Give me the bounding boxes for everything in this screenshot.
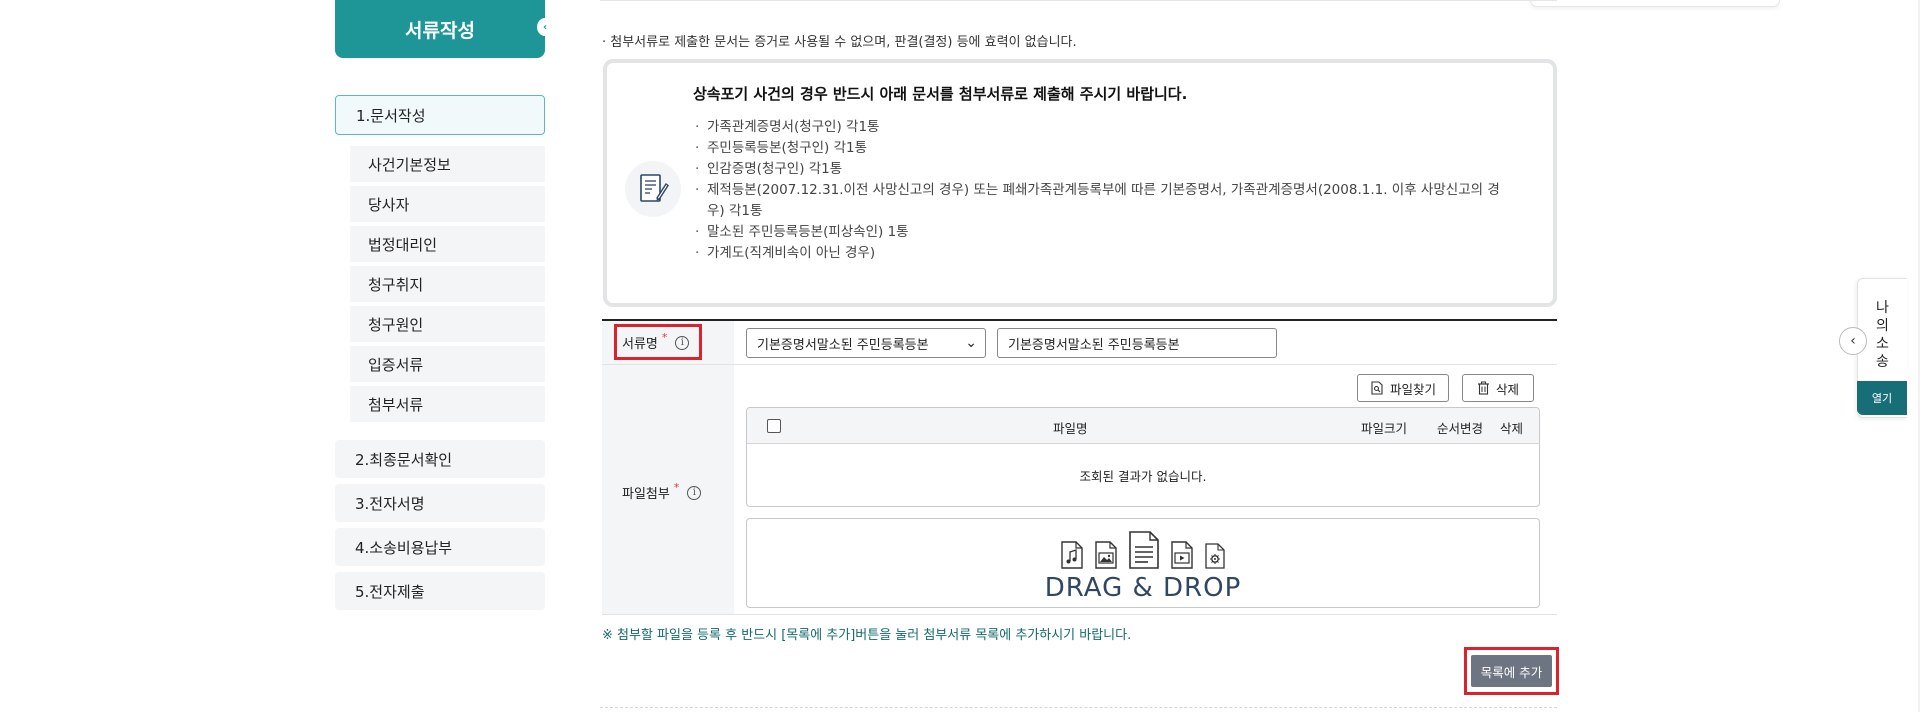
- doc-name-select[interactable]: 기본증명서말소된 주민등록등본 ⌄: [746, 328, 986, 358]
- list-item: 말소된 주민등록등본(피상속인) 1통: [693, 222, 1513, 243]
- select-all-checkbox[interactable]: [767, 419, 781, 433]
- step-3-e-signature[interactable]: 3.전자서명: [335, 484, 545, 522]
- empty-message: 조회된 결과가 없습니다.: [1079, 469, 1207, 484]
- file-table-header: 파일명 파일크기 순서변경 삭제: [747, 408, 1539, 444]
- delete-button[interactable]: 삭제: [1462, 374, 1534, 402]
- step-1-document-writing[interactable]: 1.문서작성: [335, 95, 545, 135]
- chevron-left-icon[interactable]: ‹: [1839, 327, 1867, 355]
- audio-file-icon: [1061, 541, 1083, 569]
- list-item: 가족관계증명서(청구인) 각1통: [693, 117, 1513, 138]
- required-documents-list: 가족관계증명서(청구인) 각1통 주민등록등본(청구인) 각1통 인감증명(청구…: [693, 117, 1513, 264]
- document-pen-icon: [625, 161, 681, 217]
- list-item: 가계도(직계비속이 아닌 경우): [693, 243, 1513, 264]
- settings-file-icon: [1205, 543, 1225, 569]
- list-item: 제적등본(2007.12.31.이전 사망신고의 경우) 또는 폐쇄가족관계등록…: [693, 180, 1513, 222]
- sidebar-item-claim-cause[interactable]: 청구원인: [350, 306, 545, 342]
- sidebar-item-legal-representative[interactable]: 법정대리인: [350, 226, 545, 262]
- form-bottom-border: [602, 614, 1557, 615]
- info-icon[interactable]: i: [687, 485, 702, 500]
- bottom-dashed-divider: [600, 707, 1557, 708]
- trash-icon: [1477, 381, 1489, 395]
- doc-name-input[interactable]: 기본증명서말소된 주민등록등본: [997, 328, 1277, 358]
- step-5-e-submission[interactable]: 5.전자제출: [335, 572, 545, 610]
- info-title: 상속포기 사건의 경우 반드시 아래 문서를 첨부서류로 제출해 주시기 바랍니…: [693, 85, 1188, 103]
- sidebar-item-evidence-documents[interactable]: 입증서류: [350, 346, 545, 382]
- list-item: 인감증명(청구인) 각1통: [693, 159, 1513, 180]
- file-type-icons: [747, 531, 1539, 569]
- header-file-size: 파일크기: [1361, 421, 1408, 436]
- chevron-down-icon: ⌄: [965, 335, 977, 351]
- my-lawsuit-title: 나의소송: [1876, 300, 1889, 370]
- notice-text: · 첨부서류로 제출한 문서는 증거로 사용될 수 없으며, 판결(결정) 등에…: [602, 35, 1077, 50]
- video-file-icon: [1171, 541, 1193, 569]
- main-content: · 첨부서류로 제출한 문서는 증거로 사용될 수 없으며, 판결(결정) 등에…: [600, 0, 1559, 712]
- header-order-change: 순서변경: [1437, 421, 1484, 436]
- sidebar-item-parties[interactable]: 당사자: [350, 186, 545, 222]
- file-search-icon: [1371, 381, 1383, 395]
- sidebar-item-attached-documents[interactable]: 첨부서류: [350, 386, 545, 422]
- image-file-icon: [1095, 541, 1117, 569]
- drag-drop-text: DRAG & DROP: [1044, 573, 1242, 603]
- step-2-final-document-check[interactable]: 2.최종문서확인: [335, 440, 545, 478]
- info-icon[interactable]: i: [675, 335, 690, 350]
- find-file-button[interactable]: 파일찾기: [1357, 374, 1449, 402]
- header-delete: 삭제: [1500, 421, 1524, 436]
- doc-name-label: 서류명 * i: [622, 331, 690, 352]
- add-to-list-button[interactable]: 목록에 추가: [1471, 655, 1552, 687]
- required-star: *: [661, 331, 668, 344]
- sidebar-item-case-basic-info[interactable]: 사건기본정보: [350, 146, 545, 182]
- drag-drop-zone[interactable]: DRAG & DROP: [746, 518, 1540, 608]
- document-file-icon: [1129, 531, 1159, 569]
- sidebar-header-title: 서류작성: [405, 19, 475, 42]
- info-box: 상속포기 사건의 경우 반드시 아래 문서를 첨부서류로 제출해 주시기 바랍니…: [603, 59, 1557, 307]
- file-attach-label: 파일첨부 * i: [622, 481, 702, 502]
- header-file-name: 파일명: [1053, 421, 1088, 436]
- floating-card: [1530, 0, 1780, 7]
- top-divider: [600, 0, 1557, 1]
- dock-open-button[interactable]: 열기: [1857, 381, 1907, 415]
- add-to-list-hint: ※ 첨부할 파일을 등록 후 반드시 [목록에 추가]버튼을 눌러 첨부서류 목…: [602, 628, 1132, 643]
- collapse-chevron-icon[interactable]: ‹: [537, 18, 553, 36]
- sidebar-item-claim-purpose[interactable]: 청구취지: [350, 266, 545, 302]
- list-item: 주민등록등본(청구인) 각1통: [693, 138, 1513, 159]
- row-divider: [602, 364, 1557, 365]
- step-4-fee-payment[interactable]: 4.소송비용납부: [335, 528, 545, 566]
- required-star: *: [673, 481, 680, 494]
- sidebar-header: 서류작성 ‹: [335, 0, 553, 58]
- form-top-border: [602, 319, 1557, 321]
- file-table: 파일명 파일크기 순서변경 삭제 조회된 결과가 없습니다.: [746, 407, 1540, 507]
